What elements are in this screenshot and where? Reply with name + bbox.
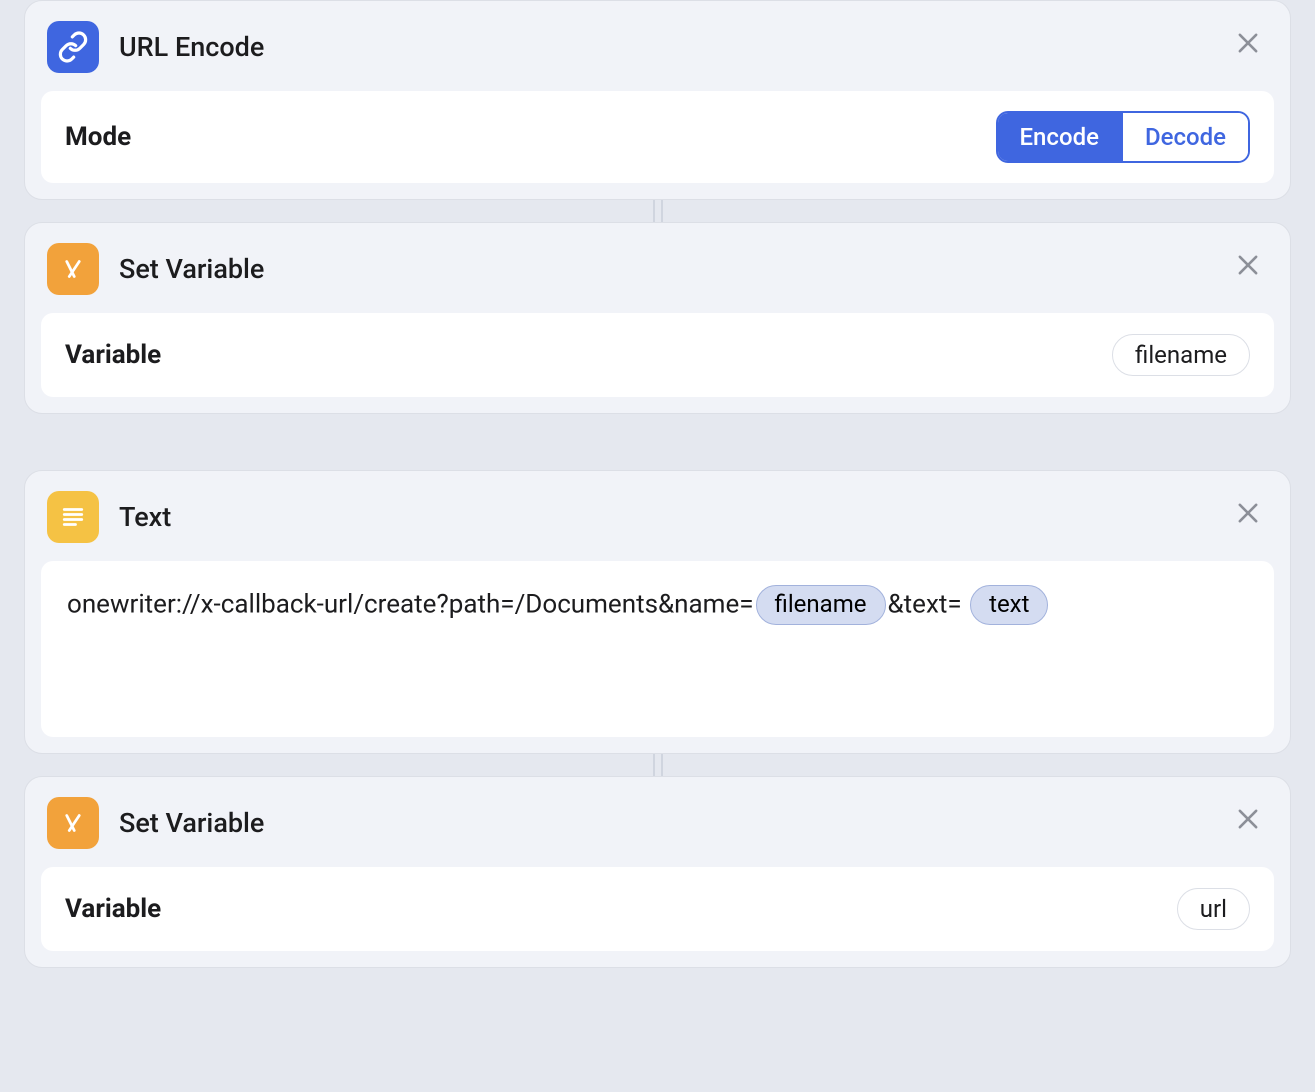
close-icon[interactable] [1232,249,1264,281]
variable-label: Variable [65,894,161,924]
text-segment: &text= [888,590,962,620]
connector [24,754,1291,776]
mode-label: Mode [65,122,131,152]
action-card-set-variable: Set Variable Variable url [24,776,1291,968]
card-title: Set Variable [119,807,264,839]
variable-token-text[interactable]: text [970,585,1048,625]
variable-icon [47,243,99,295]
card-title: URL Encode [119,31,264,63]
card-body: Variable filename [41,313,1274,397]
action-card-set-variable: Set Variable Variable filename [24,222,1291,414]
action-card-text: Text onewriter://x-callback-url/create?p… [24,470,1291,754]
close-icon[interactable] [1232,497,1264,529]
card-header: URL Encode [41,17,1274,91]
variable-name-pill[interactable]: url [1177,888,1250,930]
close-icon[interactable] [1232,803,1264,835]
card-body: Mode Encode Decode [41,91,1274,183]
close-icon[interactable] [1232,27,1264,59]
text-segment: onewriter://x-callback-url/create?path=/… [67,590,754,620]
variable-token-filename[interactable]: filename [756,585,886,625]
decode-button[interactable]: Decode [1121,113,1248,161]
encode-button[interactable]: Encode [998,113,1121,161]
card-title: Set Variable [119,253,264,285]
variable-icon [47,797,99,849]
card-header: Text [41,487,1274,561]
variable-name-pill[interactable]: filename [1112,334,1250,376]
card-body: Variable url [41,867,1274,951]
text-icon [47,491,99,543]
card-header: Set Variable [41,239,1274,313]
link-icon [47,21,99,73]
text-content-input[interactable]: onewriter://x-callback-url/create?path=/… [41,561,1274,737]
card-header: Set Variable [41,793,1274,867]
card-title: Text [119,501,171,533]
mode-segmented-control: Encode Decode [996,111,1251,163]
connector [24,200,1291,222]
action-card-url-encode: URL Encode Mode Encode Decode [24,0,1291,200]
variable-label: Variable [65,340,161,370]
